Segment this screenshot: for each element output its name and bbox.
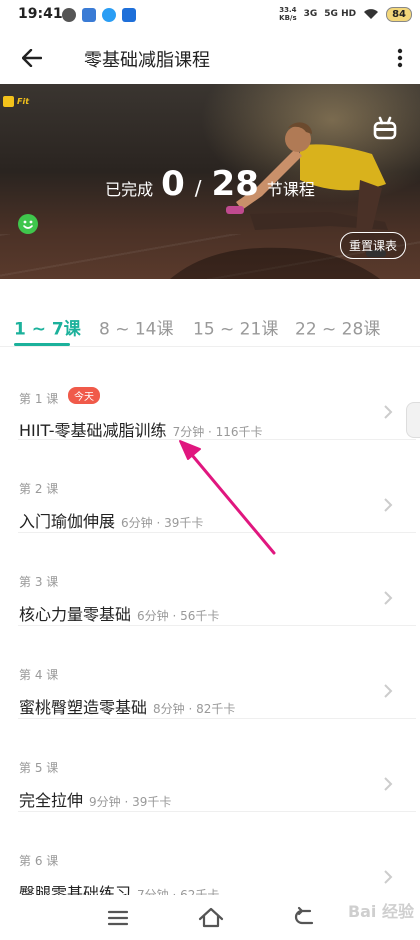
signal-3g: 3G: [303, 9, 318, 19]
signal-5g: 5G HD: [324, 9, 357, 19]
network-speed-unit: KB/s: [279, 14, 297, 22]
lesson-range-tabs: 1 ~ 7课 8 ~ 14课 15 ~ 21课 22 ~ 28课: [0, 279, 420, 347]
lesson-meta: 6分钟 · 56千卡: [137, 609, 220, 623]
notification-app-icon: [62, 8, 76, 22]
status-time: 19:41: [18, 6, 63, 22]
chevron-right-icon: [384, 870, 393, 884]
status-bar: 19:41 33.4 KB/s 3G 5G HD 84: [0, 0, 420, 32]
lesson-title: 入门瑜伽伸展: [19, 512, 116, 531]
chevron-right-icon: [384, 777, 393, 791]
lesson-meta: 9分钟 · 39千卡: [89, 795, 172, 809]
progress-completed: 0: [161, 164, 185, 204]
back-button[interactable]: [16, 42, 48, 74]
lesson-title-row: 完全拉伸 9分钟 · 39千卡: [19, 787, 171, 811]
today-badge: 今天: [68, 387, 100, 404]
progress-suffix: 节课程: [266, 180, 315, 199]
lesson-title: HIIT-零基础减脂训练: [19, 421, 167, 440]
lesson-item[interactable]: 第 3 课 核心力量零基础 6分钟 · 56千卡: [18, 533, 416, 626]
robot-icon: [373, 116, 397, 140]
menu-icon[interactable]: [103, 903, 133, 933]
arrow-left-icon: [22, 49, 42, 67]
lesson-title: 蜜桃臀塑造零基础: [19, 698, 148, 717]
coach-robot-button[interactable]: [372, 116, 398, 142]
progress-separator: /: [194, 176, 202, 200]
lesson-item[interactable]: 第 1 课 今天 HIIT-零基础减脂训练 7分钟 · 116千卡: [18, 347, 416, 440]
lesson-number: 第 2 课: [19, 482, 59, 496]
network-speed-value: 33.4: [279, 6, 297, 14]
active-tab-indicator: [14, 343, 70, 346]
wifi-icon: [364, 9, 379, 19]
status-indicators: 33.4 KB/s 3G 5G HD 84: [279, 6, 412, 22]
lesson-title-row: 蜜桃臀塑造零基础 8分钟 · 82千卡: [19, 694, 235, 718]
notification-app-icon: [122, 8, 136, 22]
floating-side-handle[interactable]: [406, 402, 420, 438]
lesson-title: 核心力量零基础: [19, 605, 132, 624]
lesson-title: 完全拉伸: [19, 791, 84, 810]
app-header: 零基础减脂课程: [0, 32, 420, 84]
lesson-meta: 6分钟 · 39千卡: [121, 516, 204, 530]
smiley-icon[interactable]: [18, 214, 38, 234]
chevron-right-icon: [384, 405, 393, 419]
page-title: 零基础减脂课程: [84, 50, 210, 71]
lesson-number: 第 3 课: [19, 575, 59, 589]
lesson-item[interactable]: 第 5 课 完全拉伸 9分钟 · 39千卡: [18, 719, 416, 812]
lesson-item[interactable]: 第 2 课 入门瑜伽伸展 6分钟 · 39千卡: [18, 440, 416, 533]
lesson-title-row: 核心力量零基础 6分钟 · 56千卡: [19, 601, 219, 625]
chevron-right-icon: [384, 498, 393, 512]
tab-lessons-1-7[interactable]: 1 ~ 7课: [14, 315, 81, 340]
more-vertical-icon: [397, 48, 403, 68]
notification-icons: [62, 8, 136, 22]
more-options-button[interactable]: [388, 42, 412, 74]
course-banner: Fit 已完成 0 / 28 节课程 重置课表: [0, 84, 420, 279]
notification-app-icon: [102, 8, 116, 22]
chevron-right-icon: [384, 684, 393, 698]
reset-schedule-button[interactable]: 重置课表: [339, 232, 406, 259]
lesson-meta: 8分钟 · 82千卡: [153, 702, 236, 716]
lesson-item[interactable]: 第 6 课 臀腿零基础练习7分钟 · 62千卡: [18, 812, 416, 905]
notification-app-icon: [82, 8, 96, 22]
fit-logo: Fit: [3, 96, 29, 107]
lesson-number: 第 5 课: [19, 761, 59, 775]
back-nav-icon[interactable]: [290, 903, 320, 933]
fit-logo-text: Fit: [17, 97, 30, 106]
fit-logo-icon: [3, 96, 14, 107]
battery-indicator: 84: [386, 6, 412, 22]
home-icon[interactable]: [196, 903, 226, 933]
tab-lessons-22-28[interactable]: 22 ~ 28课: [295, 315, 380, 340]
lesson-number: 第 6 课: [19, 854, 59, 868]
progress-prefix: 已完成: [105, 180, 154, 199]
lesson-number: 第 4 课: [19, 668, 59, 682]
lesson-title-row: 入门瑜伽伸展 6分钟 · 39千卡: [19, 508, 203, 532]
lesson-meta: 7分钟 · 116千卡: [172, 425, 263, 439]
tab-lessons-15-21[interactable]: 15 ~ 21课: [193, 315, 278, 340]
lesson-title-row: HIIT-零基础减脂训练 7分钟 · 116千卡: [19, 417, 263, 441]
course-progress: 已完成 0 / 28 节课程: [0, 164, 420, 204]
tab-lessons-8-14[interactable]: 8 ~ 14课: [99, 315, 174, 340]
progress-total: 28: [211, 164, 259, 204]
lesson-list: 第 1 课 今天 HIIT-零基础减脂训练 7分钟 · 116千卡 第 2 课 入…: [0, 347, 420, 905]
watermark: Bai 经验: [347, 902, 414, 921]
lesson-number: 第 1 课: [19, 392, 59, 406]
chevron-right-icon: [384, 591, 393, 605]
lesson-item[interactable]: 第 4 课 蜜桃臀塑造零基础 8分钟 · 82千卡: [18, 626, 416, 719]
network-speed: 33.4 KB/s: [279, 6, 296, 22]
